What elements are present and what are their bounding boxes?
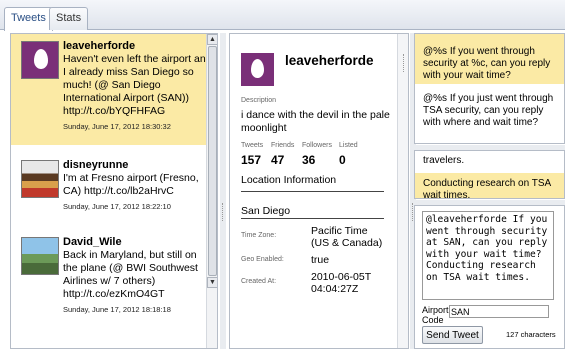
tweet-list-scrollbar[interactable]: ▲ ▼ bbox=[206, 34, 217, 348]
splitter-left[interactable] bbox=[220, 33, 226, 349]
scroll-thumb[interactable] bbox=[208, 46, 217, 276]
egg-avatar bbox=[21, 41, 59, 79]
send-tweet-button[interactable]: Send Tweet bbox=[422, 326, 483, 344]
template-list-top: @%s If you went through security at %c, … bbox=[414, 33, 565, 144]
divider bbox=[241, 218, 384, 219]
template-item[interactable]: Conducting research on TSA wait times. bbox=[415, 173, 564, 198]
profile-description: i dance with the devil in the pale moonl… bbox=[241, 109, 390, 134]
stat-value-tweets: 157 bbox=[241, 153, 262, 167]
geo-enabled-value: true bbox=[311, 254, 330, 266]
geo-enabled-label: Geo Enabled: bbox=[241, 256, 284, 263]
tweet-text: I'm at Fresno airport (Fresno, CA) http:… bbox=[63, 172, 199, 197]
tab-bar: Tweets Stats bbox=[0, 0, 565, 31]
stat-label-listed: Listed bbox=[339, 142, 358, 149]
splitter-grip bbox=[403, 54, 405, 72]
divider bbox=[241, 191, 384, 192]
tweet-username: David_Wile bbox=[63, 236, 122, 248]
stat-value-followers: 36 bbox=[302, 153, 316, 167]
profile-location: San Diego bbox=[241, 205, 291, 217]
airport-code-input[interactable] bbox=[449, 305, 549, 318]
tweet-item[interactable]: disneyrunne I'm at Fresno airport (Fresn… bbox=[11, 145, 217, 224]
template-item[interactable]: @%s If you just went through TSA securit… bbox=[415, 84, 564, 134]
reply-column: @%s If you went through security at %c, … bbox=[414, 33, 565, 349]
stat-label-followers: Followers bbox=[302, 142, 332, 149]
template-item[interactable]: travelers. bbox=[415, 151, 564, 167]
tab-tweets[interactable]: Tweets bbox=[4, 7, 53, 31]
template-list-mid: travelers. Conducting research on TSA wa… bbox=[414, 150, 565, 199]
scroll-down-icon[interactable]: ▼ bbox=[207, 277, 217, 288]
tab-stats[interactable]: Stats bbox=[49, 7, 89, 30]
egg-avatar bbox=[241, 53, 274, 86]
tweet-date: Sunday, June 17, 2012 18:22:10 bbox=[63, 202, 171, 211]
profile-panel: leaveherforde Description i dance with t… bbox=[229, 33, 409, 349]
tweet-list-panel: leaveherforde Haven't even left the airp… bbox=[10, 33, 218, 349]
stat-label-tweets: Tweets bbox=[241, 142, 264, 149]
tweet-username: disneyrunne bbox=[63, 159, 129, 171]
airport-code-label: Airport Code bbox=[422, 305, 449, 325]
time-zone-value: Pacific Time (US & Canada) bbox=[311, 225, 383, 249]
profile-username: leaveherforde bbox=[285, 53, 374, 68]
reply-textarea[interactable] bbox=[422, 211, 554, 300]
photo-avatar bbox=[21, 237, 59, 275]
tweet-date: Sunday, June 17, 2012 18:30:32 bbox=[63, 122, 171, 131]
tweet-date: Sunday, June 17, 2012 18:18:18 bbox=[63, 305, 171, 314]
photo-avatar bbox=[21, 160, 59, 198]
template-item[interactable]: @%s If you went through security at %c, … bbox=[415, 34, 564, 84]
stat-label-friends: Friends bbox=[271, 142, 295, 149]
profile-scrollbar[interactable] bbox=[397, 34, 408, 348]
tweet-item[interactable]: leaveherforde Haven't even left the airp… bbox=[11, 34, 217, 145]
splitter-grip bbox=[222, 203, 224, 221]
location-heading: Location Information bbox=[241, 174, 337, 186]
tweet-text: Back in Maryland, but still on the plane… bbox=[63, 249, 198, 300]
character-count: 127 characters bbox=[506, 330, 556, 339]
time-zone-label: Time Zone: bbox=[241, 232, 277, 239]
created-at-value: 2010-06-05T04:04:27Z bbox=[311, 271, 372, 295]
created-at-label: Created At: bbox=[241, 278, 277, 285]
stat-value-friends: 47 bbox=[271, 153, 285, 167]
reply-compose-panel: Airport Code Send Tweet 127 characters bbox=[414, 205, 565, 349]
tweet-text: Haven't even left the airport and I alre… bbox=[63, 53, 212, 117]
tweet-item[interactable]: David_Wile Back in Maryland, but still o… bbox=[11, 224, 217, 314]
tweet-username: leaveherforde bbox=[63, 40, 136, 52]
description-label: Description bbox=[241, 97, 277, 104]
scroll-up-icon[interactable]: ▲ bbox=[207, 34, 217, 45]
stat-value-listed: 0 bbox=[339, 153, 346, 167]
